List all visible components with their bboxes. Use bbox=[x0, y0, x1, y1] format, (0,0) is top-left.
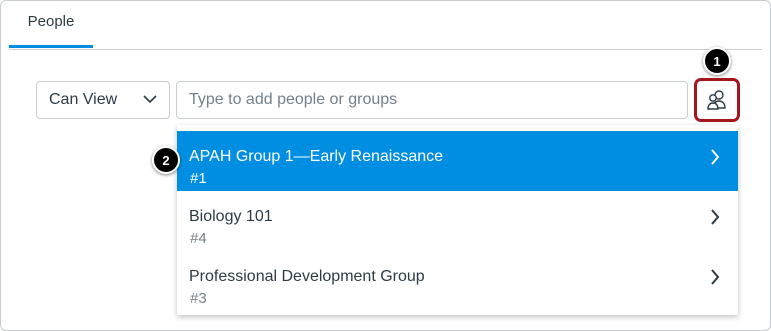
result-item[interactable]: Biology 101 #4 bbox=[177, 191, 738, 251]
chevron-right-icon bbox=[711, 149, 720, 165]
chevron-down-icon bbox=[143, 95, 157, 104]
result-item-name: Biology 101 bbox=[189, 208, 273, 225]
browse-people-button[interactable] bbox=[694, 78, 740, 122]
result-item-id: #4 bbox=[190, 230, 207, 247]
search-results-dropdown: APAH Group 1—Early Renaissance #1 Biolog… bbox=[177, 125, 738, 315]
search-placeholder: Type to add people or groups bbox=[189, 91, 398, 108]
result-item-name: Professional Development Group bbox=[189, 268, 425, 285]
callout-2: 2 bbox=[152, 146, 180, 174]
permission-select-value: Can View bbox=[49, 91, 118, 108]
people-icon bbox=[707, 90, 726, 110]
result-item-id: #1 bbox=[190, 170, 207, 187]
result-item[interactable]: Professional Development Group #3 bbox=[177, 251, 738, 311]
callout-2-label: 2 bbox=[162, 152, 170, 168]
callout-1: 1 bbox=[703, 47, 731, 75]
tab-people-label: People bbox=[27, 12, 75, 30]
callout-1-label: 1 bbox=[713, 53, 721, 69]
permission-select[interactable]: Can View bbox=[36, 81, 170, 119]
tab-bar: People bbox=[9, 1, 762, 50]
chevron-right-icon bbox=[711, 269, 720, 285]
result-item[interactable]: APAH Group 1—Early Renaissance #1 bbox=[177, 131, 738, 191]
chevron-right-icon bbox=[711, 209, 720, 225]
result-item-id: #3 bbox=[190, 290, 207, 307]
people-search-input[interactable]: Type to add people or groups bbox=[176, 81, 688, 119]
tab-people[interactable]: People bbox=[9, 1, 93, 48]
result-item-name: APAH Group 1—Early Renaissance bbox=[189, 148, 444, 165]
